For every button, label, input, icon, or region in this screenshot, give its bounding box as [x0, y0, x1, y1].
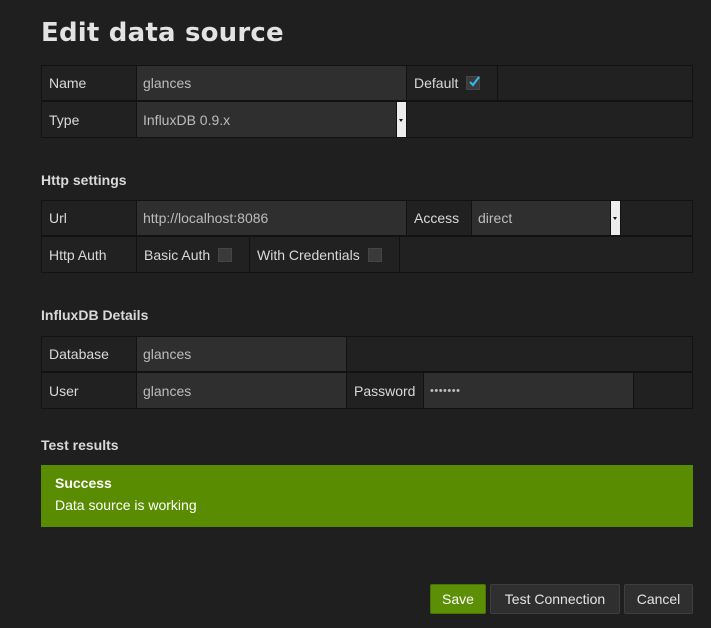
with-credentials-label: With Credentials	[257, 246, 360, 263]
page-title: Edit data source	[41, 18, 284, 48]
filler-cell	[497, 65, 693, 101]
with-credentials-toggle[interactable]: With Credentials	[249, 236, 400, 273]
cancel-button[interactable]: Cancel	[624, 584, 693, 614]
user-label: User	[41, 372, 137, 409]
with-credentials-checkbox[interactable]	[367, 247, 382, 262]
name-input[interactable]: glances	[136, 65, 407, 101]
filler-cell	[620, 200, 693, 236]
database-label: Database	[41, 336, 137, 372]
type-row: Type InfluxDB 0.9.x	[41, 101, 693, 138]
success-alert: Success Data source is working	[41, 465, 693, 527]
url-input[interactable]: http://localhost:8086	[136, 200, 407, 236]
user-input[interactable]: glances	[136, 372, 347, 409]
save-button[interactable]: Save	[430, 584, 486, 614]
alert-message: Data source is working	[55, 497, 197, 513]
http-auth-label: Http Auth	[41, 236, 137, 273]
password-label: Password	[346, 372, 424, 409]
chevron-down-icon[interactable]	[610, 201, 620, 235]
name-row: Name glances Default	[41, 65, 693, 101]
access-select[interactable]: direct	[471, 200, 621, 236]
default-checkbox[interactable]	[466, 76, 481, 90]
basic-auth-toggle[interactable]: Basic Auth	[136, 236, 250, 273]
filler-cell	[633, 372, 693, 409]
default-toggle[interactable]: Default	[406, 65, 498, 101]
database-row: Database glances	[41, 336, 693, 372]
basic-auth-checkbox[interactable]	[218, 247, 233, 262]
type-select[interactable]: InfluxDB 0.9.x	[136, 101, 407, 138]
test-results-title: Test results	[41, 437, 119, 453]
type-label: Type	[41, 101, 137, 138]
type-select-value: InfluxDB 0.9.x	[143, 111, 231, 128]
filler-cell	[406, 101, 693, 138]
name-label: Name	[41, 65, 137, 101]
test-connection-button[interactable]: Test Connection	[490, 584, 620, 614]
http-settings-title: Http settings	[41, 172, 127, 188]
user-row: User glances Password •••••••	[41, 372, 693, 409]
basic-auth-label: Basic Auth	[144, 246, 211, 263]
check-icon	[469, 76, 481, 87]
url-label: Url	[41, 200, 137, 236]
filler-cell	[399, 236, 693, 273]
password-input[interactable]: •••••••	[423, 372, 634, 409]
access-label: Access	[406, 200, 472, 236]
url-row: Url http://localhost:8086 Access direct	[41, 200, 693, 236]
http-auth-row: Http Auth Basic Auth With Credentials	[41, 236, 693, 273]
default-label: Default	[414, 75, 459, 91]
chevron-down-icon[interactable]	[396, 102, 406, 137]
access-select-value: direct	[478, 210, 513, 226]
alert-title: Success	[55, 475, 112, 491]
filler-cell	[346, 336, 693, 372]
influxdb-details-title: InfluxDB Details	[41, 307, 149, 323]
database-input[interactable]: glances	[136, 336, 347, 372]
